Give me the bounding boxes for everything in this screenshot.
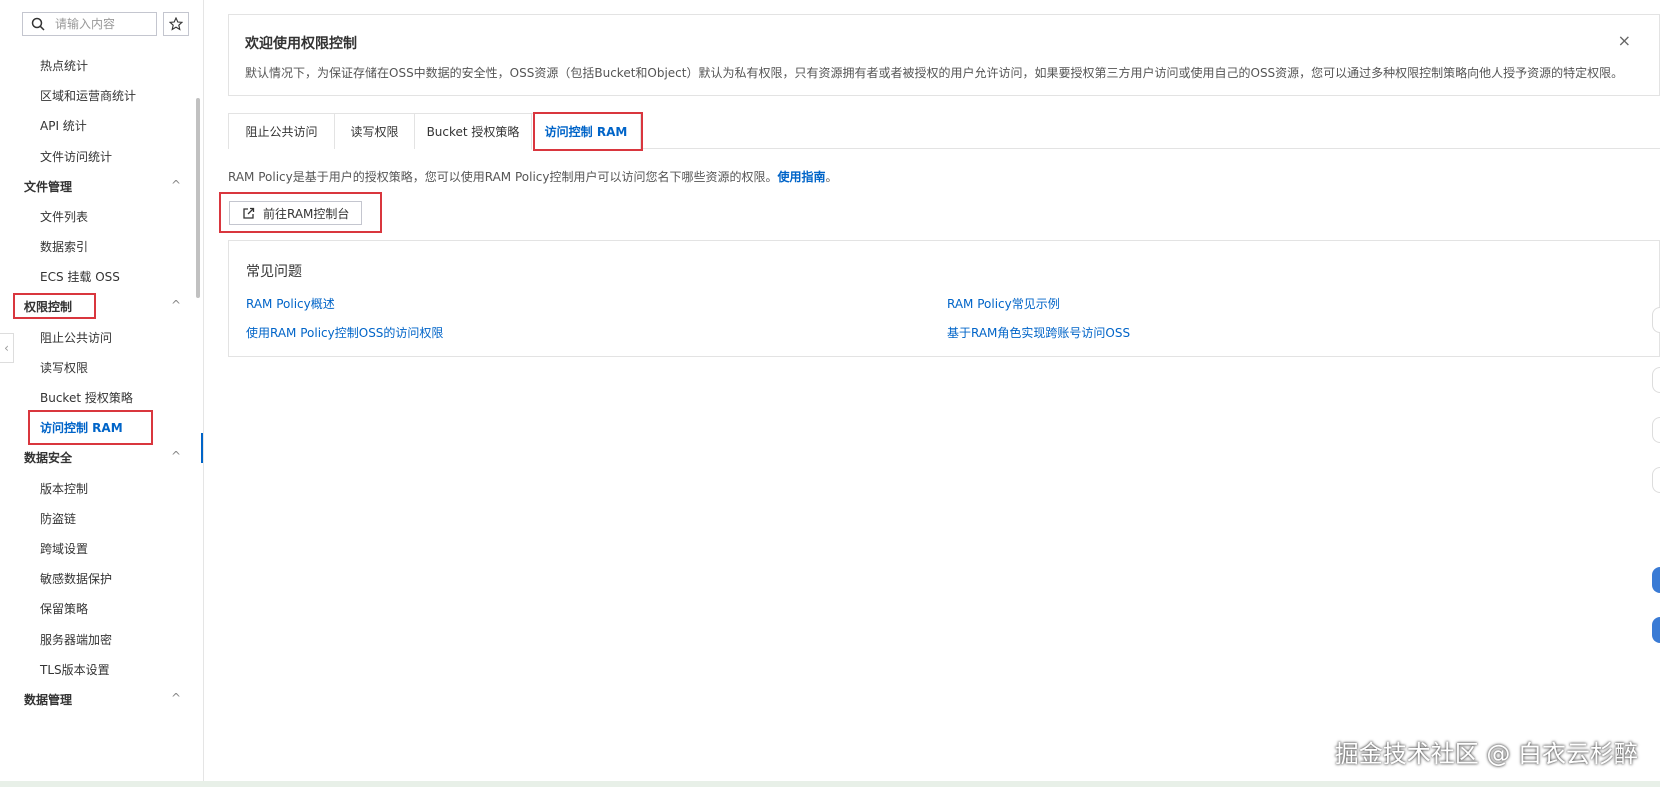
highlight-box (533, 112, 643, 151)
watermark: 掘金技术社区 @ 白衣云杉醉 (1334, 740, 1638, 768)
welcome-notice: 欢迎使用权限控制 默认情况下，为保证存储在OSS中数据的安全性，OSS资源（包括… (228, 14, 1660, 96)
search-box[interactable] (22, 12, 157, 36)
faq-title: 常见问题 (246, 264, 302, 280)
faq-panel: 常见问题 RAM Policy概述 RAM Policy常见示例 使用RAM P… (228, 240, 1660, 357)
sidebar-group-data-security[interactable]: 数据安全 ^ (24, 449, 181, 466)
chevron-up-icon: ^ (170, 178, 181, 192)
sidebar-item-retention[interactable]: 保留策略 (40, 600, 88, 617)
group-label: 文件管理 (24, 180, 73, 194)
sidebar: 热点统计 区域和运营商统计 API 统计 文件访问统计 文件管理 ^ 文件列表 … (0, 0, 204, 787)
notice-text: 默认情况下，为保证存储在OSS中数据的安全性，OSS资源（包括Bucket和Ob… (245, 66, 1624, 80)
chevron-up-icon: ^ (170, 298, 181, 312)
permission-tabs: 阻止公共访问 读写权限 Bucket 授权策略 访问控制 RAM (228, 113, 1660, 150)
active-indicator (201, 433, 203, 463)
floating-widget[interactable] (1652, 467, 1660, 493)
sidebar-item-file-list[interactable]: 文件列表 (40, 208, 88, 225)
sidebar-item-file-access-stats[interactable]: 文件访问统计 (40, 148, 112, 165)
sidebar-item-api-stats[interactable]: API 统计 (40, 117, 87, 134)
highlight-box (13, 293, 96, 319)
favorite-button[interactable] (163, 12, 189, 36)
star-icon (169, 17, 183, 31)
highlight-box (219, 192, 382, 233)
floating-widget[interactable] (1652, 307, 1660, 333)
highlight-box (28, 410, 153, 445)
sidebar-item-data-index[interactable]: 数据索引 (40, 238, 88, 255)
sidebar-item-tls[interactable]: TLS版本设置 (40, 661, 110, 678)
tab-block-public-access[interactable]: 阻止公共访问 (228, 113, 335, 149)
description-text: RAM Policy是基于用户的授权策略，您可以使用RAM Policy控制用户… (228, 170, 778, 184)
chevron-up-icon: ^ (170, 449, 181, 463)
bottom-bar (0, 781, 1660, 787)
faq-link-ram-policy-examples[interactable]: RAM Policy常见示例 (947, 295, 1060, 312)
sidebar-scrollbar[interactable] (196, 98, 200, 298)
sidebar-item-bucket-policy[interactable]: Bucket 授权策略 (40, 389, 133, 406)
chevron-left-icon: ‹ (4, 341, 9, 355)
floating-widget[interactable] (1652, 417, 1660, 443)
sidebar-collapse-handle[interactable]: ‹ (0, 333, 14, 363)
sidebar-item-rw-permission[interactable]: 读写权限 (40, 359, 88, 376)
group-label: 数据安全 (24, 451, 73, 465)
description-suffix: 。 (825, 170, 838, 184)
faq-link-ram-policy-oss[interactable]: 使用RAM Policy控制OSS的访问权限 (246, 324, 443, 341)
search-input[interactable] (55, 17, 150, 31)
sidebar-item-versioning[interactable]: 版本控制 (40, 480, 88, 497)
sidebar-group-file-management[interactable]: 文件管理 ^ (24, 178, 181, 195)
sidebar-item-ecs-mount[interactable]: ECS 挂载 OSS (40, 268, 120, 285)
sidebar-item-hotlink[interactable]: 防盗链 (40, 510, 76, 527)
ram-description: RAM Policy是基于用户的授权策略，您可以使用RAM Policy控制用户… (228, 168, 838, 185)
notice-title: 欢迎使用权限控制 (245, 36, 357, 52)
sidebar-item-sensitive-data[interactable]: 敏感数据保护 (40, 570, 112, 587)
sidebar-item-cors[interactable]: 跨域设置 (40, 540, 88, 557)
tab-bucket-policy[interactable]: Bucket 授权策略 (414, 113, 532, 149)
guide-link[interactable]: 使用指南 (778, 170, 826, 184)
floating-widget[interactable] (1652, 567, 1660, 593)
group-label: 数据管理 (24, 693, 73, 707)
floating-widget[interactable] (1652, 617, 1660, 643)
chevron-up-icon: ^ (170, 691, 181, 705)
search-icon (31, 17, 45, 31)
sidebar-item-region-stats[interactable]: 区域和运营商统计 (40, 87, 136, 104)
floating-widget[interactable] (1652, 367, 1660, 393)
close-icon[interactable]: × (1618, 31, 1631, 50)
tab-rw-permission[interactable]: 读写权限 (334, 113, 415, 149)
faq-link-cross-account[interactable]: 基于RAM角色实现跨账号访问OSS (947, 324, 1130, 341)
sidebar-group-data-management[interactable]: 数据管理 ^ (24, 691, 181, 708)
sidebar-item-hot-stats[interactable]: 热点统计 (40, 57, 88, 74)
sidebar-item-block-public-access[interactable]: 阻止公共访问 (40, 329, 112, 346)
faq-link-ram-policy-overview[interactable]: RAM Policy概述 (246, 295, 335, 312)
sidebar-search-row (22, 12, 189, 36)
sidebar-item-encryption[interactable]: 服务器端加密 (40, 631, 112, 648)
